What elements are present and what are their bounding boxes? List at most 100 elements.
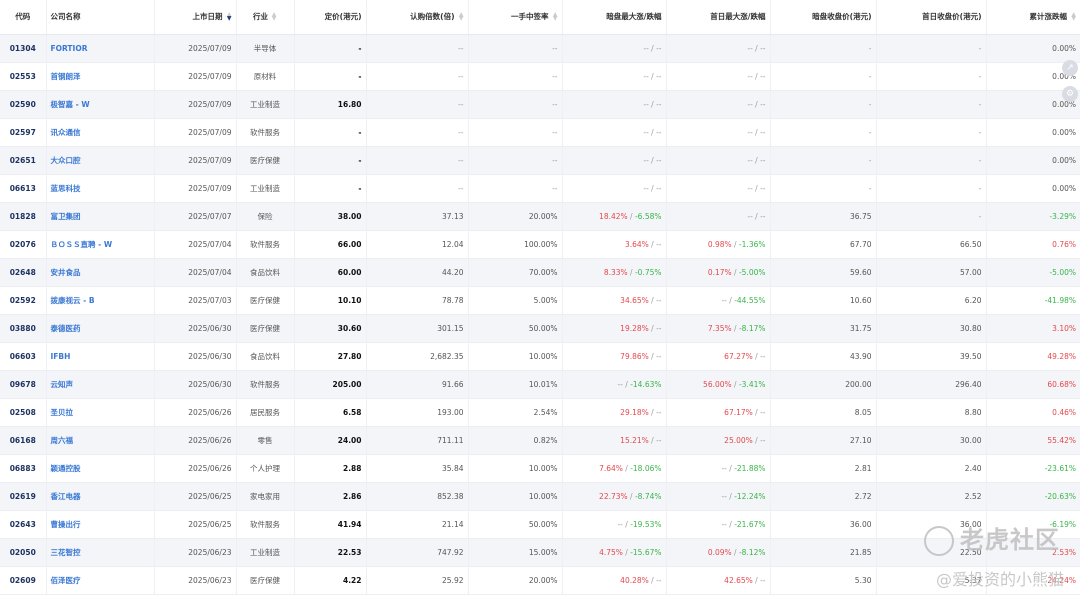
first-down-text: -1.36% xyxy=(738,239,766,249)
dark-close: - xyxy=(769,90,876,119)
industry: 半导体 xyxy=(235,34,294,63)
sub-text: 301.15 xyxy=(437,323,464,333)
header-cumulative-change[interactable]: 累计涨跌幅 ▲ ▼ xyxy=(985,0,1080,35)
company-name-link[interactable]: IFBH xyxy=(45,342,154,371)
industry-text: 食品饮料 xyxy=(250,351,280,361)
table-row[interactable]: 06883 颖通控股 2025/06/26 个人护理 2.88 35.84 10.00% 7.… xyxy=(0,454,1080,483)
table-row[interactable]: 02643 曹操出行 2025/06/25 软件服务 41.94 21.14 50.00% -… xyxy=(0,510,1080,539)
stock-code[interactable]: 02508 xyxy=(0,398,46,427)
company-name-link[interactable]: 颖通控股 xyxy=(45,454,154,483)
subscription-multiple: 747.92 xyxy=(365,538,468,567)
cumulative-change: -6.19% xyxy=(985,510,1080,539)
sort-icon[interactable]: ▲ ▼ xyxy=(271,12,277,22)
stock-code[interactable]: 06168 xyxy=(0,426,46,455)
table-row[interactable]: 02076 ＢＯＳＳ直聘 - W 2025/07/04 软件服务 66.00 12.04 1… xyxy=(0,230,1080,259)
rate-text: -- xyxy=(552,99,558,109)
stock-code[interactable]: 02643 xyxy=(0,510,46,539)
table-row[interactable]: 01828 富卫集团 2025/07/07 保险 38.00 37.13 20.00% 18.… xyxy=(0,202,1080,231)
stock-code[interactable]: 02590 xyxy=(0,90,46,119)
company-name-link[interactable]: 云知声 xyxy=(45,370,154,399)
sort-icon[interactable]: ▲ ▼ xyxy=(552,12,558,22)
header-lot-win-rate[interactable]: 一手中签率 ▲ ▼ xyxy=(467,0,562,35)
stock-code[interactable]: 01304 xyxy=(0,34,46,63)
table-row[interactable]: 06168 周六福 2025/06/26 零售 24.00 711.11 0.82% 15.2… xyxy=(0,426,1080,455)
stock-code[interactable]: 06613 xyxy=(0,174,46,203)
table-row[interactable]: 02609 佰泽医疗 2025/06/23 医疗保健 4.22 25.92 20.00% 40… xyxy=(0,566,1080,595)
dark-close-text: 5.30 xyxy=(854,575,872,585)
dark-close: 200.00 xyxy=(769,370,876,399)
stock-code[interactable]: 02050 xyxy=(0,538,46,567)
header-industry[interactable]: 行业 ▲ ▼ xyxy=(235,0,294,35)
dark-close: 36.75 xyxy=(769,202,876,231)
share-icon[interactable]: ↗ xyxy=(1062,60,1078,76)
table-row[interactable]: 02648 安井食品 2025/07/04 食品饮料 60.00 44.20 70.00% 8… xyxy=(0,258,1080,287)
stock-code[interactable]: 01828 xyxy=(0,202,46,231)
company-name-link[interactable]: FORTIOR xyxy=(45,34,154,63)
table-row[interactable]: 02050 三花智控 2025/06/23 工业制造 22.53 747.92 15.00%… xyxy=(0,538,1080,567)
rate-text: 70.00% xyxy=(528,267,558,277)
table-row[interactable]: 06603 IFBH 2025/06/30 食品饮料 27.80 2,682.35 10.0… xyxy=(0,342,1080,371)
table-row[interactable]: 02597 讯众通信 2025/07/09 软件服务 - -- -- -- / -- -- / … xyxy=(0,118,1080,147)
subscription-multiple: 37.13 xyxy=(365,202,468,231)
header-listing-date[interactable]: 上市日期 ▲ ▼ xyxy=(153,0,236,35)
company-name-link[interactable]: 蓝思科技 xyxy=(45,174,154,203)
company-name-link[interactable]: ＢＯＳＳ直聘 - W xyxy=(45,230,154,259)
date-text: 2025/06/30 xyxy=(188,351,232,361)
stock-code[interactable]: 06603 xyxy=(0,342,46,371)
dark-close-text: 10.60 xyxy=(850,295,872,305)
company-name-link[interactable]: 极智嘉 - W xyxy=(45,90,154,119)
table-row[interactable]: 02590 极智嘉 - W 2025/07/09 工业制造 16.80 -- -- -- / … xyxy=(0,90,1080,119)
company-name-link[interactable]: 拨康视云 - B xyxy=(45,286,154,315)
company-name-link[interactable]: 香江电器 xyxy=(45,482,154,511)
separator: / xyxy=(752,99,761,109)
sort-desc-icon[interactable]: ▲ ▼ xyxy=(226,12,232,22)
stock-code[interactable]: 02619 xyxy=(0,482,46,511)
stock-code[interactable]: 02553 xyxy=(0,62,46,91)
header-subscription-multiple[interactable]: 认购倍数(倍) ▲ ▼ xyxy=(365,0,468,35)
industry: 原材料 xyxy=(235,62,294,91)
first-day-close: 30.80 xyxy=(875,314,986,343)
company-name-link[interactable]: 大众口腔 xyxy=(45,146,154,175)
company-name-link[interactable]: 曹操出行 xyxy=(45,510,154,539)
company-name-link[interactable]: 安井食品 xyxy=(45,258,154,287)
stock-code[interactable]: 02609 xyxy=(0,566,46,595)
stock-code[interactable]: 02597 xyxy=(0,118,46,147)
table-row[interactable]: 09678 云知声 2025/06/30 软件服务 205.00 91.66 10.01% -… xyxy=(0,370,1080,399)
offer-price: 22.53 xyxy=(293,538,366,567)
company-name-link[interactable]: 富卫集团 xyxy=(45,202,154,231)
stock-code[interactable]: 06883 xyxy=(0,454,46,483)
industry: 软件服务 xyxy=(235,118,294,147)
stock-code[interactable]: 02651 xyxy=(0,146,46,175)
sub-text: -- xyxy=(458,71,464,81)
company-name-link[interactable]: 圣贝拉 xyxy=(45,398,154,427)
company-name-link[interactable]: 三花智控 xyxy=(45,538,154,567)
table-row[interactable]: 03880 泰德医药 2025/06/30 医疗保健 30.60 301.15 50.00%… xyxy=(0,314,1080,343)
sort-icon[interactable]: ▲ ▼ xyxy=(458,12,464,22)
table-row[interactable]: 02619 香江电器 2025/06/25 家电家用 2.86 852.38 10.00% 2… xyxy=(0,482,1080,511)
table-row[interactable]: 01304 FORTIOR 2025/07/09 半导体 - -- -- -- / -- -- … xyxy=(0,34,1080,63)
company-name-link[interactable]: 讯众通信 xyxy=(45,118,154,147)
stock-code[interactable]: 02076 xyxy=(0,230,46,259)
company-name-link[interactable]: 周六福 xyxy=(45,426,154,455)
table-row[interactable]: 02651 大众口腔 2025/07/09 医疗保健 - -- -- -- / -- -- / … xyxy=(0,146,1080,175)
cum-text: 55.42% xyxy=(1047,435,1076,445)
stock-code[interactable]: 03880 xyxy=(0,314,46,343)
table-row[interactable]: 02553 首钢朗泽 2025/07/09 原材料 - -- -- -- / -- -- / -… xyxy=(0,62,1080,91)
table-row[interactable]: 06613 蓝思科技 2025/07/09 工业制造 - -- -- -- / -- -- / … xyxy=(0,174,1080,203)
header-dark-close: 暗盘收盘价(港元) xyxy=(769,0,876,35)
first-close-text: - xyxy=(978,155,982,165)
first-down-text: -21.88% xyxy=(734,463,766,473)
company-name-link[interactable]: 佰泽医疗 xyxy=(45,566,154,595)
cumulative-change: 24.24% xyxy=(985,566,1080,595)
dark-down-text: -8.74% xyxy=(634,491,662,501)
stock-code[interactable]: 09678 xyxy=(0,370,46,399)
settings-icon[interactable]: ⚙ xyxy=(1062,86,1078,102)
company-name-link[interactable]: 泰德医药 xyxy=(45,314,154,343)
separator: / xyxy=(648,127,657,137)
table-row[interactable]: 02508 圣贝拉 2025/06/26 居民服务 6.58 193.00 2.54% 29.… xyxy=(0,398,1080,427)
table-row[interactable]: 02592 拨康视云 - B 2025/07/03 医疗保健 10.10 78.78 5.0… xyxy=(0,286,1080,315)
stock-code[interactable]: 02648 xyxy=(0,258,46,287)
stock-code[interactable]: 02592 xyxy=(0,286,46,315)
company-name-link[interactable]: 首钢朗泽 xyxy=(45,62,154,91)
sort-icon[interactable]: ▲ ▼ xyxy=(1070,12,1076,22)
